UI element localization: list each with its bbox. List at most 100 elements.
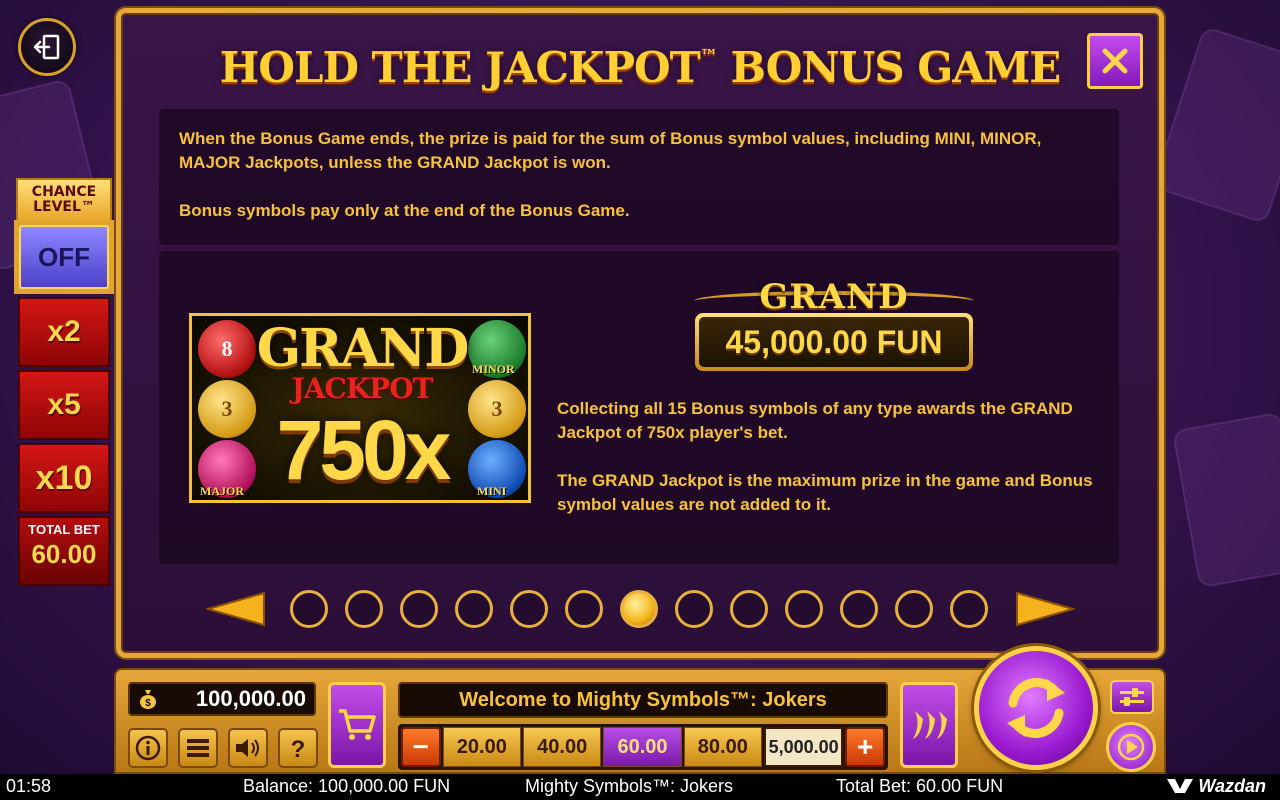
chance-level-panel: CHANCE LEVEL™ OFF x2 x5 x10 TOTAL BET 60… xyxy=(14,178,114,586)
chance-total-bet: TOTAL BET 60.00 xyxy=(18,516,110,586)
control-bar: $ 100,000.00 ? Welcome to Mighty Symbols… xyxy=(114,646,1166,774)
sound-button[interactable] xyxy=(228,728,268,768)
wazdan-logo-icon xyxy=(1167,779,1194,793)
prev-page-button[interactable] xyxy=(206,587,266,631)
modal-title: HOLD THE JACKPOT™ BONUS GAME xyxy=(121,43,1159,92)
chili-feature-button[interactable] xyxy=(900,682,958,768)
grand-jackpot-value: 45,000.00 FUN xyxy=(699,317,969,367)
settings-slider-button[interactable] xyxy=(1110,680,1154,714)
arrow-right-icon xyxy=(1016,591,1075,627)
grand-rules: Collecting all 15 Bonus symbols of any t… xyxy=(557,397,1097,517)
chance-level-title: CHANCE LEVEL™ xyxy=(16,178,112,220)
page-navigation xyxy=(206,587,1075,631)
page-dot[interactable] xyxy=(675,590,713,628)
status-balance: Balance: 100,000.00 FUN xyxy=(243,776,451,796)
total-bet-value: 60.00 xyxy=(31,539,97,569)
background-card xyxy=(1151,25,1280,225)
page-dot[interactable] xyxy=(840,590,878,628)
info-button[interactable] xyxy=(128,728,168,768)
bet-option[interactable]: 20.00 xyxy=(442,727,522,767)
next-page-button[interactable] xyxy=(1015,587,1075,631)
chance-level-state: OFF xyxy=(19,225,109,289)
coin-gold: 3 xyxy=(198,380,256,438)
spin-arrows-icon xyxy=(1007,678,1065,738)
shopping-cart-icon xyxy=(339,709,376,740)
page-dot[interactable] xyxy=(510,590,548,628)
close-icon xyxy=(1102,48,1128,74)
status-bar: 01:58 Balance: 100,000.00 FUN Mighty Sym… xyxy=(0,774,1280,800)
status-total-bet: Total Bet: 60.00 FUN xyxy=(836,776,1004,796)
clock: 01:58 xyxy=(6,776,52,796)
modal-title-tm: ™ xyxy=(699,46,718,67)
bet-increase-button[interactable]: + xyxy=(845,727,886,767)
chili-pepper-icon xyxy=(913,711,947,739)
shop-button[interactable] xyxy=(328,682,386,768)
question-icon: ? xyxy=(291,736,306,761)
menu-icon xyxy=(187,739,209,757)
rule-paragraph: Bonus symbols pay only at the end of the… xyxy=(179,201,630,220)
balance-display: $ 100,000.00 xyxy=(128,682,316,716)
chance-level-x10-button[interactable]: x10 xyxy=(18,443,110,513)
help-button[interactable]: ? xyxy=(278,728,318,768)
page-dot[interactable] xyxy=(785,590,823,628)
bet-option-selected[interactable]: 60.00 xyxy=(603,727,682,767)
spin-button[interactable] xyxy=(974,646,1098,770)
mini-label: MINI xyxy=(477,484,507,498)
page-dot[interactable] xyxy=(345,590,383,628)
modal-title-main: HOLD THE JACKPOT xyxy=(219,43,701,92)
background-card xyxy=(1171,411,1280,589)
svg-text:$: $ xyxy=(145,698,151,709)
art-jackpot-text: JACKPOT xyxy=(291,372,434,405)
paytable-modal: HOLD THE JACKPOT™ BONUS GAME When the Bo… xyxy=(116,8,1164,658)
chance-level-x2-button[interactable]: x2 xyxy=(18,297,110,367)
coin-gold: 3 xyxy=(468,380,526,438)
grand-badge-label: GRAND xyxy=(759,277,909,317)
message-display: Welcome to Mighty Symbols™: Jokers xyxy=(398,682,888,718)
bet-option-max[interactable]: 5,000.00 xyxy=(764,727,844,767)
sliders-icon xyxy=(1120,688,1144,706)
chance-level-title-line2: LEVEL™ xyxy=(33,199,95,215)
page-dot[interactable] xyxy=(290,590,328,628)
brand-name: Wazdan xyxy=(1198,776,1266,796)
chance-level-title-line1: CHANCE xyxy=(31,184,97,200)
arrow-left-icon xyxy=(206,591,265,627)
svg-text:?: ? xyxy=(291,736,306,761)
balance-value: 100,000.00 xyxy=(195,686,306,711)
grand-jackpot-panel: 8 MINOR 3 3 MAJOR MINI GRAND JACKPOT 750… xyxy=(159,251,1119,564)
page-dot[interactable] xyxy=(730,590,768,628)
menu-button[interactable] xyxy=(178,728,218,768)
speaker-icon xyxy=(236,739,259,757)
autoplay-button[interactable] xyxy=(1106,722,1156,772)
chance-level-off-toggle[interactable]: OFF xyxy=(14,220,114,294)
bet-option[interactable]: 80.00 xyxy=(683,727,762,767)
art-grand-text: GRAND xyxy=(256,318,470,379)
page-dot[interactable] xyxy=(895,590,933,628)
rule-paragraph: The GRAND Jackpot is the maximum prize i… xyxy=(557,471,1093,514)
page-dot[interactable] xyxy=(400,590,438,628)
exit-icon xyxy=(33,34,60,60)
rules-panel-top: When the Bonus Game ends, the prize is p… xyxy=(159,109,1119,245)
art-multiplier-text: 750x xyxy=(276,403,452,497)
exit-button[interactable] xyxy=(18,18,76,76)
money-bag-icon: $ xyxy=(140,690,156,709)
bet-option[interactable]: 40.00 xyxy=(523,727,602,767)
bet-decrease-button[interactable]: − xyxy=(401,727,441,767)
bet-selector: − 20.00 40.00 60.00 80.00 5,000.00 + xyxy=(398,724,888,770)
brand-logo: Wazdan xyxy=(1167,776,1266,797)
modal-title-suffix: BONUS GAME xyxy=(716,43,1062,92)
chance-level-x5-button[interactable]: x5 xyxy=(18,370,110,440)
page-dot[interactable] xyxy=(950,590,988,628)
rule-paragraph: Collecting all 15 Bonus symbols of any t… xyxy=(557,399,1073,442)
info-icon xyxy=(135,735,161,761)
status-game-name: Mighty Symbols™: Jokers xyxy=(525,776,734,796)
grand-jackpot-illustration: 8 MINOR 3 3 MAJOR MINI GRAND JACKPOT 750… xyxy=(189,313,531,503)
page-dot-active[interactable] xyxy=(620,590,658,628)
rule-paragraph: When the Bonus Game ends, the prize is p… xyxy=(179,129,1042,172)
close-button[interactable] xyxy=(1087,33,1143,89)
total-bet-label: TOTAL BET xyxy=(28,522,100,537)
grand-jackpot-badge: 45,000.00 FUN xyxy=(695,313,973,371)
major-label: MAJOR xyxy=(200,484,244,498)
page-dot[interactable] xyxy=(565,590,603,628)
page-dot[interactable] xyxy=(455,590,493,628)
play-icon xyxy=(1117,733,1145,761)
